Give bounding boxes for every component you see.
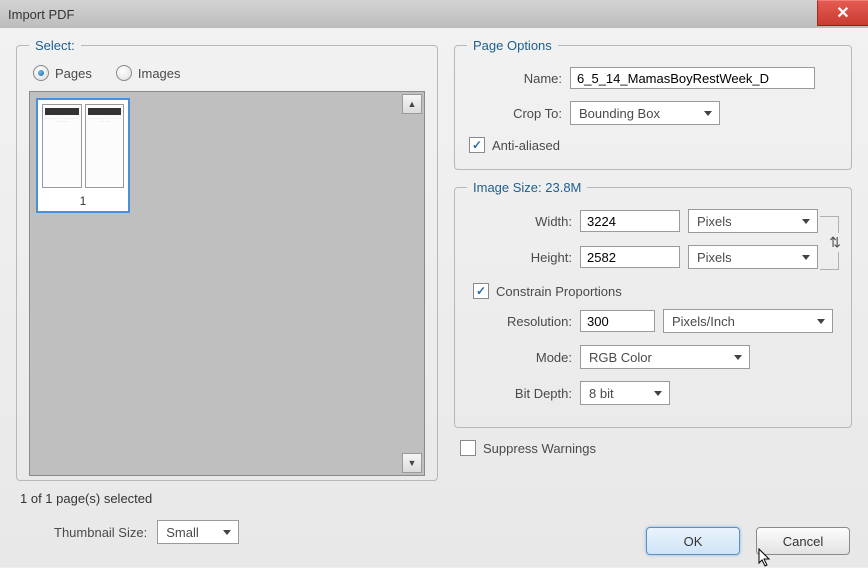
name-input[interactable] xyxy=(570,67,815,89)
window-title: Import PDF xyxy=(8,7,74,22)
chevron-down-icon: ▼ xyxy=(408,458,417,468)
thumbnail-area[interactable]: ·· ···· ··· ····· ··· ····· ··· ···· ···… xyxy=(29,91,425,476)
constrain-label: Constrain Proportions xyxy=(496,284,622,299)
import-pdf-dialog: Import PDF ✕ Select: Pages Images xyxy=(0,0,868,567)
thumbnail-preview: ·· ···· ··· ····· ··· ····· ··· ···· ···… xyxy=(38,100,128,192)
bitdepth-value: 8 bit xyxy=(589,386,614,401)
antialiased-checkbox[interactable] xyxy=(469,137,485,153)
thumbnail-size-row: Thumbnail Size: Small xyxy=(54,520,438,544)
width-unit-combo[interactable]: Pixels xyxy=(688,209,818,233)
height-unit-combo[interactable]: Pixels xyxy=(688,245,818,269)
suppress-row[interactable]: Suppress Warnings xyxy=(460,440,852,456)
mode-value: RGB Color xyxy=(589,350,652,365)
radio-icon xyxy=(33,65,49,81)
width-input[interactable] xyxy=(580,210,680,232)
close-icon: ✕ xyxy=(836,3,849,23)
scroll-up-button[interactable]: ▲ xyxy=(402,94,422,114)
pages-selected-text: 1 of 1 page(s) selected xyxy=(20,491,438,506)
antialiased-label: Anti-aliased xyxy=(492,138,560,153)
cursor-icon xyxy=(758,548,772,568)
thumbnail-size-label: Thumbnail Size: xyxy=(54,525,147,540)
resolution-unit-combo[interactable]: Pixels/Inch xyxy=(663,309,833,333)
constrain-row[interactable]: Constrain Proportions xyxy=(473,283,839,299)
page-options-group: Page Options Name: Crop To: Bounding Box… xyxy=(454,38,852,170)
height-unit-value: Pixels xyxy=(697,250,732,265)
width-unit-value: Pixels xyxy=(697,214,732,229)
close-button[interactable]: ✕ xyxy=(817,0,868,26)
radio-pages-label: Pages xyxy=(55,66,92,81)
scroll-down-button[interactable]: ▼ xyxy=(402,453,422,473)
mode-combo[interactable]: RGB Color xyxy=(580,345,750,369)
bitdepth-label: Bit Depth: xyxy=(467,386,572,401)
suppress-label: Suppress Warnings xyxy=(483,441,596,456)
thumbnail-size-combo[interactable]: Small xyxy=(157,520,239,544)
radio-pages[interactable]: Pages xyxy=(33,65,92,81)
page-thumbnail[interactable]: ·· ···· ··· ····· ··· ····· ··· ···· ···… xyxy=(36,98,130,213)
name-label: Name: xyxy=(467,71,562,86)
bitdepth-combo[interactable]: 8 bit xyxy=(580,381,670,405)
mode-label: Mode: xyxy=(467,350,572,365)
image-size-group: Image Size: 23.8M Width: Pixels Height: xyxy=(454,180,852,428)
select-group: Select: Pages Images xyxy=(16,38,438,481)
radio-icon xyxy=(116,65,132,81)
constrain-checkbox[interactable] xyxy=(473,283,489,299)
resolution-input[interactable] xyxy=(580,310,655,332)
ok-button[interactable]: OK xyxy=(646,527,740,555)
antialiased-row[interactable]: Anti-aliased xyxy=(469,137,839,153)
thumbnail-size-value: Small xyxy=(166,525,199,540)
radio-images-label: Images xyxy=(138,66,181,81)
image-size-legend: Image Size: 23.8M xyxy=(467,180,587,195)
title-bar: Import PDF ✕ xyxy=(0,0,868,28)
resolution-unit-value: Pixels/Inch xyxy=(672,314,735,329)
page-options-legend: Page Options xyxy=(467,38,558,53)
crop-to-value: Bounding Box xyxy=(579,106,660,121)
radio-images[interactable]: Images xyxy=(116,65,181,81)
chevron-up-icon: ▲ xyxy=(408,99,417,109)
left-panel: Select: Pages Images xyxy=(16,38,438,555)
dialog-content: Select: Pages Images xyxy=(0,28,868,567)
width-label: Width: xyxy=(467,214,572,229)
select-legend: Select: xyxy=(29,38,81,53)
suppress-checkbox[interactable] xyxy=(460,440,476,456)
thumbnail-number: 1 xyxy=(38,192,128,211)
height-label: Height: xyxy=(467,250,572,265)
dialog-buttons: OK Cancel xyxy=(454,527,852,555)
ok-label: OK xyxy=(684,534,703,549)
select-radios: Pages Images xyxy=(33,65,425,81)
right-panel: Page Options Name: Crop To: Bounding Box… xyxy=(454,38,852,555)
constrain-link-icon[interactable] xyxy=(820,216,839,270)
height-input[interactable] xyxy=(580,246,680,268)
crop-to-label: Crop To: xyxy=(467,106,562,121)
crop-to-combo[interactable]: Bounding Box xyxy=(570,101,720,125)
cancel-label: Cancel xyxy=(783,534,823,549)
resolution-label: Resolution: xyxy=(467,314,572,329)
